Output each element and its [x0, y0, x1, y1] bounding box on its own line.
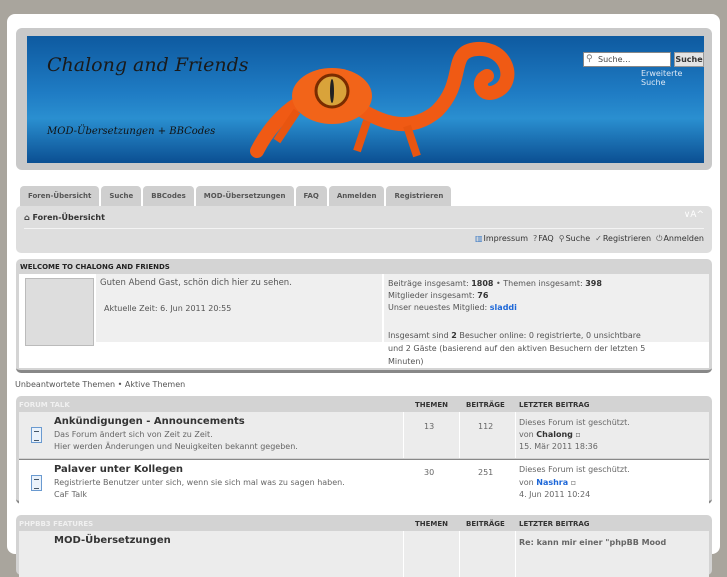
user-link[interactable]: Chalong [536, 430, 573, 439]
tab-bbcodes[interactable]: BBCodes [143, 186, 194, 206]
topics-count: 13 [424, 422, 435, 431]
view-post-icon[interactable]: ▫ [575, 430, 580, 439]
forum-row: Palaver unter Kollegen Registrierte Benu… [19, 459, 709, 505]
last-post-text[interactable]: Re: kann mir einer "phpBB Mood [519, 538, 666, 547]
stats-members: Mitglieder insgesamt: 76 [388, 291, 489, 300]
posts-count: 251 [478, 468, 494, 477]
avatar [25, 278, 94, 346]
page: Chalong and Friends MOD-Übersetzungen + … [7, 14, 720, 577]
col-posts: BEITRÄGE [466, 401, 505, 409]
breadcrumb[interactable]: ⌂ Foren-Übersicht [24, 213, 105, 222]
link-label: Registrieren [602, 234, 652, 243]
breadcrumb-label: Foren-Übersicht [32, 213, 105, 222]
last-post-date: 4. Jun 2011 10:24 [519, 490, 591, 499]
online-info: Insgesamt sind 2 Besucher online: 0 regi… [388, 331, 646, 366]
register-icon: ✓ [595, 234, 602, 243]
last-post-text: Dieses Forum ist geschützt. [519, 418, 630, 427]
tab-faq[interactable]: FAQ [295, 186, 327, 206]
banner: Chalong and Friends MOD-Übersetzungen + … [27, 36, 704, 163]
search-icon: ⚲ [586, 54, 593, 64]
topics-count: 30 [424, 468, 435, 477]
forum-icon [31, 427, 42, 443]
forum-link[interactable]: Ankündigungen - Announcements [54, 416, 245, 427]
forum-desc: CaF Talk [54, 490, 87, 499]
category-phpbb3-features: PHPBB3 FEATURES THEMEN BEITRÄGE LETZTER … [16, 515, 712, 577]
site-title: Chalong and Friends [47, 54, 249, 76]
faq-link[interactable]: ?FAQ [533, 234, 554, 244]
user-link[interactable]: Nashra [536, 478, 568, 487]
greeting: Guten Abend Gast, schön dich hier zu seh… [100, 278, 292, 288]
power-icon: ⏻ [656, 234, 663, 243]
tab-bar: Foren-Übersicht Suche BBCodes MOD-Überse… [20, 186, 452, 206]
view-post-icon[interactable]: ▫ [571, 478, 576, 487]
forum-row: MOD-Übersetzungen Re: kann mir einer "ph… [19, 531, 709, 577]
advanced-search-link[interactable]: Erweiterte Suche [641, 69, 704, 87]
forum-link[interactable]: Palaver unter Kollegen [54, 464, 183, 475]
tab-register[interactable]: Registrieren [386, 186, 452, 206]
last-post-date: 15. Mär 2011 18:36 [519, 442, 598, 451]
newest-member-link[interactable]: sladdi [490, 303, 517, 312]
navbar: ⌂ Foren-Übersicht ∨A^ ▥Impressum ?FAQ ⚲S… [16, 206, 712, 253]
home-icon: ⌂ [24, 213, 33, 222]
search-button[interactable]: Suche [674, 52, 704, 67]
header: Chalong and Friends MOD-Übersetzungen + … [16, 28, 712, 170]
search-input[interactable]: ⚲ Suche… [583, 52, 671, 67]
forum-desc: Registrierte Benutzer unter sich, wenn s… [54, 478, 345, 487]
impressum-link[interactable]: ▥Impressum [475, 234, 528, 244]
search-link[interactable]: ⚲Suche [559, 234, 590, 244]
register-link[interactable]: ✓Registrieren [595, 234, 651, 244]
category-forum-talk: FORUM TALK THEMEN BEITRÄGE LETZTER BEITR… [16, 396, 712, 505]
col-topics: THEMEN [415, 401, 449, 409]
posts-count: 112 [478, 422, 494, 431]
tab-index[interactable]: Foren-Übersicht [20, 186, 100, 206]
tab-mod-translations[interactable]: MOD-Übersetzungen [195, 186, 294, 206]
forum-desc: Hier werden Änderungen und Neuigkeiten b… [54, 442, 298, 451]
search-icon: ⚲ [558, 234, 565, 243]
current-time: Aktuelle Zeit: 6. Jun 2011 20:55 [104, 304, 232, 313]
tab-search[interactable]: Suche [101, 186, 142, 206]
quick-links[interactable]: Unbeantwortete Themen • Aktive Themen [15, 380, 185, 389]
search-placeholder: Suche… [598, 55, 631, 64]
site-subtitle: MOD-Übersetzungen + BBCodes [47, 126, 216, 137]
tab-login[interactable]: Anmelden [328, 186, 385, 206]
forum-row: Ankündigungen - Announcements Das Forum … [19, 412, 709, 458]
help-icon: ? [532, 234, 538, 243]
link-label: Anmelden [663, 234, 704, 243]
link-label: FAQ [538, 234, 554, 243]
category-title[interactable]: FORUM TALK [19, 401, 70, 409]
category-title[interactable]: PHPBB3 FEATURES [19, 520, 93, 528]
col-last-post: LETZTER BEITRAG [519, 401, 590, 409]
welcome-panel: WELCOME TO CHALONG AND FRIENDS Guten Abe… [16, 259, 712, 373]
stats-posts-topics: Beiträge insgesamt: 1808 • Themen insges… [388, 279, 602, 288]
last-post-text: Dieses Forum ist geschützt. [519, 465, 630, 474]
forum-desc: Das Forum ändert sich von Zeit zu Zeit. [54, 430, 213, 439]
gecko-logo-image [250, 42, 515, 158]
link-label: Impressum [483, 234, 528, 243]
col-last-post: LETZTER BEITRAG [519, 520, 590, 528]
book-icon: ▥ [474, 234, 483, 243]
welcome-title: WELCOME TO CHALONG AND FRIENDS [20, 263, 170, 271]
col-posts: BEITRÄGE [466, 520, 505, 528]
font-size-toggle[interactable]: ∨A^ [684, 210, 704, 220]
divider [24, 228, 704, 229]
link-label: Suche [565, 234, 591, 243]
newest-member: Unser neuestes Mitglied: sladdi [388, 303, 517, 312]
forum-link[interactable]: MOD-Übersetzungen [54, 535, 171, 546]
forum-icon [31, 475, 42, 491]
login-link[interactable]: ⏻Anmelden [656, 234, 704, 244]
col-topics: THEMEN [415, 520, 449, 528]
